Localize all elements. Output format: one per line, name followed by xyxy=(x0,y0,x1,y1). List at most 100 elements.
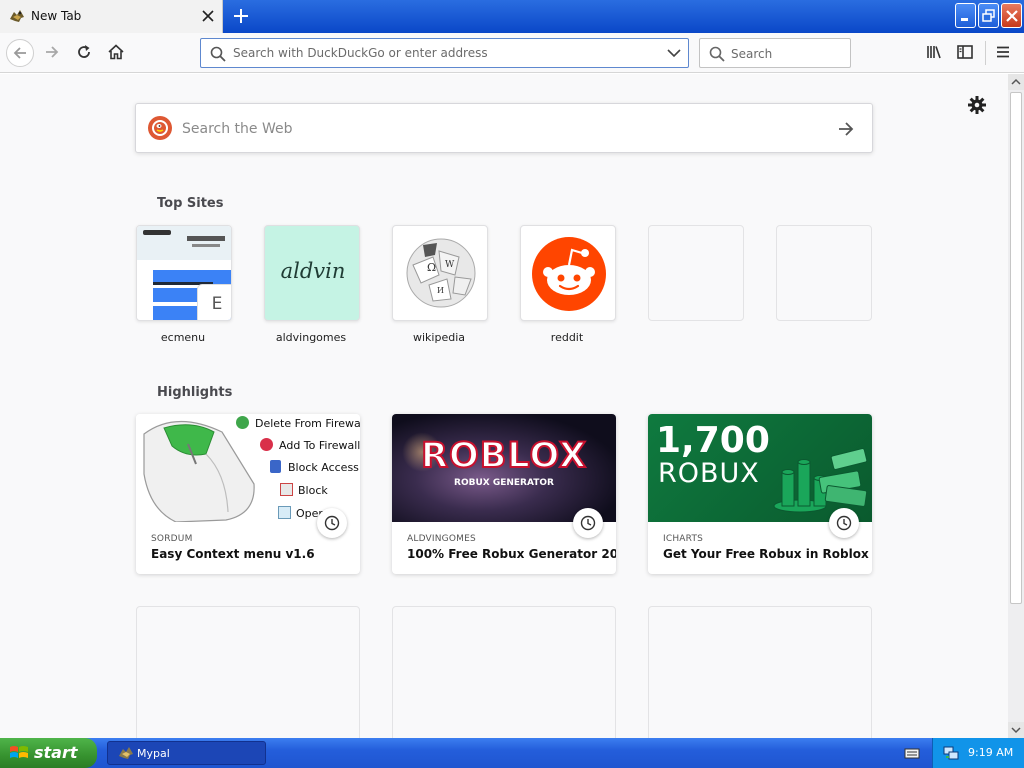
top-sites-heading: Top Sites xyxy=(157,196,224,211)
taskbar-clock: 9:19 AM xyxy=(968,746,1014,759)
address-input[interactable] xyxy=(233,45,653,61)
close-icon xyxy=(1006,10,1018,22)
tab-title: New Tab xyxy=(31,9,82,23)
web-search-input[interactable] xyxy=(182,120,802,138)
new-tab-plus-icon[interactable] xyxy=(229,5,253,27)
back-arrow-icon xyxy=(13,47,26,59)
start-label: start xyxy=(34,743,78,762)
reddit-icon xyxy=(532,237,606,311)
taskbar-item-mypal[interactable]: Mypal xyxy=(107,741,266,765)
top-site-label: aldvingomes xyxy=(275,331,347,344)
mypal-icon xyxy=(10,10,24,22)
system-tray: 9:19 AM xyxy=(932,738,1024,768)
top-site-placeholder xyxy=(776,225,872,321)
home-button[interactable] xyxy=(103,39,131,67)
top-site-tile-aldvingomes[interactable]: aldvin xyxy=(264,225,360,321)
tab-close-icon[interactable] xyxy=(199,7,217,25)
top-site-label: reddit xyxy=(550,331,584,344)
network-icon[interactable] xyxy=(943,745,959,761)
arrow-right-icon[interactable] xyxy=(836,119,856,139)
keyboard-icon[interactable] xyxy=(904,746,920,760)
top-site-label: wikipedia xyxy=(412,331,465,344)
wikipedia-globe-icon: Ω W И xyxy=(406,238,476,308)
new-tab-page: Top Sites E ecmenu aldvin aldvingomes xyxy=(0,74,1008,738)
roblox-logo-text: ROBLOX xyxy=(420,435,587,477)
clock-icon xyxy=(573,508,603,538)
library-button[interactable] xyxy=(921,39,949,67)
svg-text:W: W xyxy=(445,260,455,270)
forward-button[interactable] xyxy=(39,39,67,67)
search-bar[interactable] xyxy=(699,38,851,68)
search-icon xyxy=(709,46,725,62)
home-icon xyxy=(108,44,124,60)
minimize-button[interactable] xyxy=(955,3,976,28)
forward-arrow-icon xyxy=(46,46,59,58)
svg-text:И: И xyxy=(437,286,444,295)
scroll-thumb[interactable] xyxy=(1010,92,1022,604)
highlight-card[interactable]: Delete From Firewall Add To Firewall Blo… xyxy=(136,414,360,574)
minimize-icon xyxy=(961,18,968,21)
gear-icon[interactable] xyxy=(966,94,988,116)
menu-button[interactable] xyxy=(990,39,1018,67)
windows-flag-icon xyxy=(10,746,28,758)
top-site-tile-reddit[interactable] xyxy=(520,225,616,321)
highlight-placeholder xyxy=(392,606,616,738)
sidebar-button[interactable] xyxy=(952,39,980,67)
highlight-title: Easy Context menu v1.6 xyxy=(151,547,315,561)
highlight-source: ICHARTS xyxy=(663,534,704,544)
back-button[interactable] xyxy=(6,39,34,67)
sidebar-icon xyxy=(957,45,973,59)
block-icon xyxy=(280,483,293,496)
hamburger-menu-icon xyxy=(997,46,1009,58)
maximize-button[interactable] xyxy=(978,3,999,28)
robux-coin-stacks xyxy=(773,448,868,513)
highlight-source: SORDUM xyxy=(151,534,193,544)
highlight-placeholder xyxy=(136,606,360,738)
arrow-down-icon xyxy=(1011,727,1021,734)
highlight-card[interactable]: ROBLOX ROBUX GENERATOR ALDVINGOMES 100% … xyxy=(392,414,616,574)
toolbar-separator xyxy=(985,41,986,65)
menu-item: Block xyxy=(298,484,328,497)
reload-button[interactable] xyxy=(71,39,99,67)
taskbar-item-label: Mypal xyxy=(137,747,170,760)
top-site-tile-ecmenu[interactable]: E xyxy=(136,225,232,321)
window-close-button[interactable] xyxy=(1001,3,1022,28)
highlight-title: Get Your Free Robux in Roblox ... xyxy=(663,547,872,561)
start-button[interactable]: start xyxy=(0,738,97,768)
context-menu-list: Delete From Firewall Add To Firewall Blo… xyxy=(236,414,360,522)
context-menu-screenshot: Delete From Firewall Add To Firewall Blo… xyxy=(136,414,360,522)
restore-icon xyxy=(982,9,995,22)
aldvin-logo-text: aldvin xyxy=(280,259,346,283)
vertical-scrollbar[interactable] xyxy=(1008,74,1024,738)
clock-icon xyxy=(829,508,859,538)
title-bar: New Tab xyxy=(0,0,1024,33)
highlights-heading: Highlights xyxy=(157,385,233,400)
arrow-up-icon xyxy=(1011,78,1021,85)
library-icon xyxy=(927,46,941,59)
scroll-up-button[interactable] xyxy=(1008,74,1024,90)
robux-banner: 1,700 ROBUX xyxy=(648,414,872,522)
address-bar[interactable] xyxy=(200,38,689,68)
search-icon xyxy=(210,46,226,62)
site-letter-badge: E xyxy=(197,284,231,320)
scroll-down-button[interactable] xyxy=(1008,722,1024,738)
highlight-source: ALDVINGOMES xyxy=(407,534,476,544)
roblox-banner: ROBLOX ROBUX GENERATOR xyxy=(392,414,616,522)
mypal-icon xyxy=(119,747,133,759)
robux-unit-text: ROBUX xyxy=(658,458,760,489)
clock-icon xyxy=(317,508,347,538)
highlight-placeholder xyxy=(648,606,872,738)
tab-new-tab[interactable]: New Tab xyxy=(0,0,223,33)
top-site-tile-wikipedia[interactable]: Ω W И xyxy=(392,225,488,321)
web-search-box[interactable] xyxy=(135,103,873,153)
menu-item: Add To Firewall xyxy=(279,439,360,452)
svg-text:Ω: Ω xyxy=(427,261,436,274)
menu-item: Block Access xyxy=(288,461,359,474)
chevron-down-icon[interactable] xyxy=(667,48,681,58)
reload-icon xyxy=(78,45,90,58)
robux-amount-text: 1,700 xyxy=(656,420,770,461)
highlight-card[interactable]: 1,700 ROBUX ICHARTS Get Your Free Robux … xyxy=(648,414,872,574)
search-input[interactable] xyxy=(731,46,841,62)
shield-x-icon xyxy=(260,438,273,451)
top-site-label: ecmenu xyxy=(160,331,206,344)
